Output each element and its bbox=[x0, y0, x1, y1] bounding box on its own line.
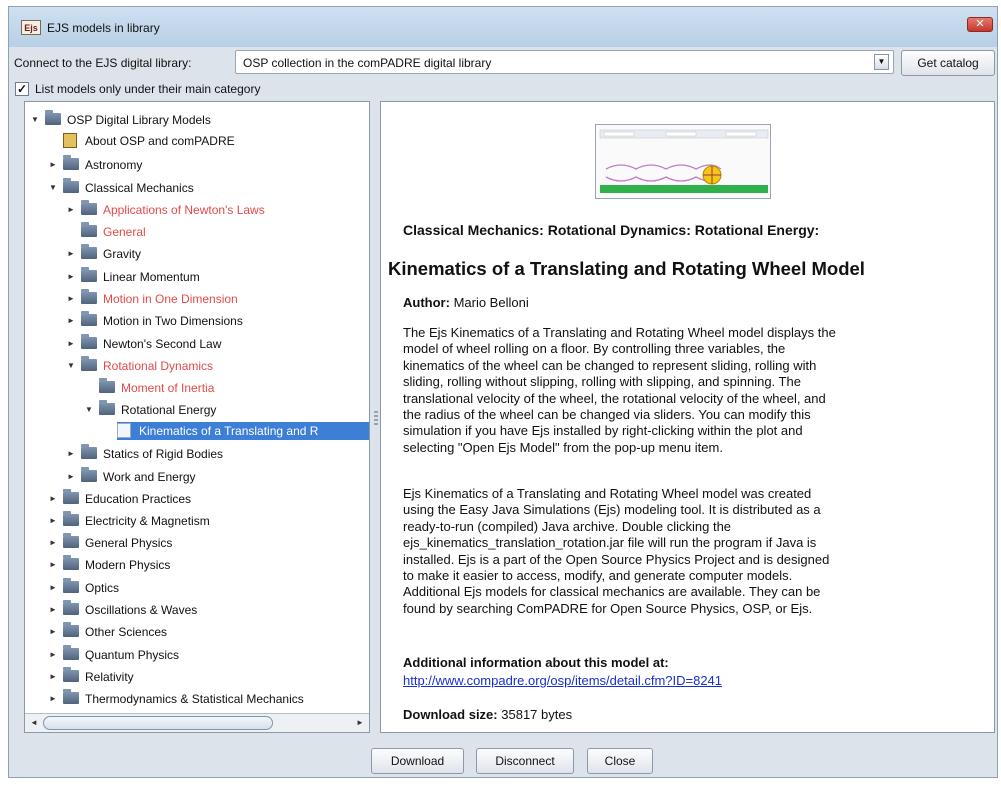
scroll-left-icon[interactable]: ◄ bbox=[27, 716, 41, 730]
model-info-link[interactable]: http://www.compadre.org/osp/items/detail… bbox=[403, 673, 722, 688]
get-catalog-button[interactable]: Get catalog bbox=[901, 50, 995, 76]
folder-icon bbox=[81, 356, 97, 371]
folder-icon bbox=[63, 622, 79, 637]
collapsed-arrow-icon[interactable]: ► bbox=[49, 554, 59, 576]
collapsed-arrow-icon[interactable]: ► bbox=[49, 621, 59, 643]
collapsed-arrow-icon[interactable]: ► bbox=[49, 599, 59, 621]
collapsed-arrow-icon[interactable]: ► bbox=[49, 488, 59, 510]
folder-icon bbox=[81, 467, 97, 482]
model-detail-panel: Classical Mechanics: Rotational Dynamics… bbox=[380, 101, 995, 733]
additional-info-label: Additional information about this model … bbox=[403, 655, 669, 670]
collapsed-arrow-icon[interactable]: ► bbox=[49, 666, 59, 688]
collapsed-arrow-icon[interactable]: ► bbox=[49, 510, 59, 532]
collapsed-arrow-icon[interactable]: ► bbox=[67, 333, 77, 355]
author-name: Mario Belloni bbox=[453, 295, 529, 310]
scrollbar-thumb[interactable] bbox=[43, 716, 273, 730]
split-pane-divider[interactable] bbox=[374, 411, 378, 425]
folder-icon bbox=[81, 334, 97, 349]
download-button[interactable]: Download bbox=[371, 748, 464, 774]
folder-icon bbox=[63, 178, 79, 193]
folder-icon bbox=[81, 244, 97, 259]
folder-icon bbox=[81, 222, 97, 237]
model-tree[interactable]: ▼ OSP Digital Library Models About OSP a… bbox=[24, 101, 370, 733]
category-breadcrumb: Classical Mechanics: Rotational Dynamics… bbox=[403, 222, 820, 238]
folder-icon bbox=[99, 378, 115, 393]
folder-icon bbox=[63, 600, 79, 615]
folder-icon bbox=[63, 533, 79, 548]
library-select[interactable]: OSP collection in the comPADRE digital l… bbox=[235, 50, 894, 74]
tree-horizontal-scrollbar[interactable]: ◄ ► bbox=[25, 713, 369, 732]
folder-icon bbox=[63, 667, 79, 682]
folder-icon bbox=[81, 200, 97, 215]
folder-icon bbox=[63, 511, 79, 526]
main-category-checkbox[interactable]: ✓ bbox=[15, 82, 29, 96]
connection-row: Connect to the EJS digital library: OSP … bbox=[9, 47, 997, 76]
library-window: Ejs EJS models in library ✕ Connect to t… bbox=[8, 6, 998, 778]
expanded-arrow-icon[interactable]: ▼ bbox=[67, 355, 77, 377]
collapsed-arrow-icon[interactable]: ► bbox=[67, 443, 77, 465]
folder-icon bbox=[63, 689, 79, 704]
ejs-app-icon: Ejs bbox=[21, 20, 41, 35]
folder-icon bbox=[45, 110, 61, 125]
folder-icon bbox=[63, 645, 79, 660]
scroll-right-icon[interactable]: ► bbox=[353, 716, 367, 730]
title-bar[interactable]: Ejs EJS models in library ✕ bbox=[9, 7, 997, 47]
main-category-label: List models only under their main catego… bbox=[35, 82, 261, 96]
collapsed-arrow-icon[interactable]: ► bbox=[49, 577, 59, 599]
connect-label: Connect to the EJS digital library: bbox=[14, 56, 192, 70]
collapsed-arrow-icon[interactable]: ► bbox=[67, 466, 77, 488]
window-close-button[interactable]: ✕ bbox=[967, 17, 993, 32]
collapsed-arrow-icon[interactable]: ► bbox=[67, 266, 77, 288]
model-file-icon bbox=[117, 423, 131, 438]
library-select-value: OSP collection in the comPADRE digital l… bbox=[243, 56, 492, 70]
book-icon bbox=[63, 133, 77, 148]
collapsed-arrow-icon[interactable]: ► bbox=[67, 243, 77, 265]
expanded-arrow-icon[interactable]: ▼ bbox=[49, 177, 59, 199]
folder-icon bbox=[81, 311, 97, 326]
folder-icon bbox=[99, 400, 115, 415]
collapsed-arrow-icon[interactable]: ► bbox=[49, 688, 59, 710]
description-paragraph: The Ejs Kinematics of a Translating and … bbox=[403, 325, 836, 455]
collapsed-arrow-icon[interactable]: ► bbox=[67, 310, 77, 332]
disconnect-button[interactable]: Disconnect bbox=[476, 748, 574, 774]
model-title: Kinematics of a Translating and Rotating… bbox=[388, 258, 865, 279]
collapsed-arrow-icon[interactable]: ► bbox=[67, 199, 77, 221]
folder-icon bbox=[63, 578, 79, 593]
download-size-label: Download size: bbox=[403, 707, 498, 722]
window-title: EJS models in library bbox=[47, 21, 160, 35]
collapsed-arrow-icon[interactable]: ► bbox=[49, 644, 59, 666]
tool-paragraph: Ejs Kinematics of a Translating and Rota… bbox=[403, 486, 830, 616]
collapsed-arrow-icon[interactable]: ► bbox=[67, 288, 77, 310]
author-label: Author: bbox=[403, 295, 450, 310]
folder-icon bbox=[63, 489, 79, 504]
expanded-arrow-icon[interactable]: ▼ bbox=[31, 109, 41, 131]
chevron-down-icon[interactable]: ▼ bbox=[874, 54, 889, 70]
folder-icon bbox=[81, 444, 97, 459]
author-line: Author: Mario Belloni bbox=[403, 295, 529, 310]
close-button[interactable]: Close bbox=[587, 748, 653, 774]
collapsed-arrow-icon[interactable]: ► bbox=[49, 154, 59, 176]
folder-icon bbox=[63, 555, 79, 570]
folder-icon bbox=[81, 289, 97, 304]
collapsed-arrow-icon[interactable]: ► bbox=[49, 532, 59, 554]
download-size-value: 35817 bytes bbox=[501, 707, 573, 722]
folder-icon bbox=[63, 155, 79, 170]
download-size-line: Download size: 35817 bytes bbox=[403, 707, 572, 722]
folder-icon bbox=[81, 267, 97, 282]
model-preview-image bbox=[595, 124, 771, 199]
expanded-arrow-icon[interactable]: ▼ bbox=[85, 399, 95, 421]
